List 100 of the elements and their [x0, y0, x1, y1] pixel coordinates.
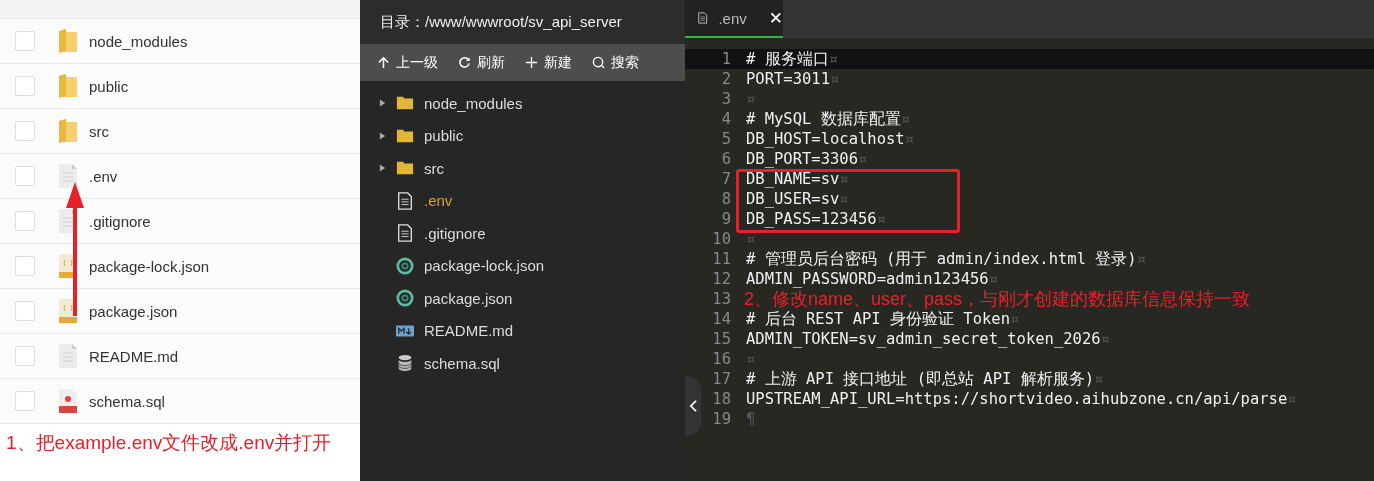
- tree-item[interactable]: node_modules: [424, 94, 523, 112]
- up-arrow-icon: [377, 56, 390, 69]
- code-line: ADMIN_PASSWORD=admin123456: [746, 270, 989, 288]
- line-number: 17: [711, 370, 732, 388]
- line-end-mark: ¶: [746, 410, 756, 428]
- code-line: DB_HOST=localhost: [746, 130, 905, 148]
- line-number: 18: [711, 390, 732, 408]
- file-name[interactable]: node_modules: [89, 32, 188, 50]
- plus-icon: [525, 56, 538, 69]
- document-icon: [58, 163, 78, 189]
- code-line: # MySQL 数据库配置: [746, 108, 901, 130]
- expand-arrow-icon[interactable]: [379, 163, 386, 174]
- database-icon: [396, 354, 414, 373]
- code-line: DB_PORT=3306: [746, 150, 858, 168]
- line-end-mark: ¤: [1136, 250, 1146, 268]
- checkbox[interactable]: [15, 256, 35, 276]
- line-end-mark: ¤: [1287, 390, 1297, 408]
- line-end-mark: ¤: [1010, 310, 1020, 328]
- file-name[interactable]: package.json: [89, 302, 178, 320]
- line-number: 8: [720, 190, 732, 208]
- code-line: ADMIN_TOKEN=sv_admin_secret_token_2026: [746, 330, 1101, 348]
- line-end-mark: ¤: [858, 150, 868, 168]
- code-line: # 上游 API 接口地址 (即总站 API 解析服务): [746, 368, 1094, 390]
- line-number: 2: [720, 70, 732, 88]
- tree-item[interactable]: .gitignore: [424, 224, 486, 242]
- line-number: 5: [720, 130, 732, 148]
- line-number: 1: [720, 50, 732, 68]
- folder-icon: [58, 73, 78, 99]
- line-number: 7: [720, 170, 732, 188]
- expand-arrow-icon[interactable]: [379, 130, 386, 141]
- document-icon: [396, 191, 414, 210]
- line-number: 4: [720, 110, 732, 128]
- expand-arrow-icon[interactable]: [379, 98, 386, 109]
- swirl-icon: [396, 289, 414, 308]
- line-end-mark: ¤: [1094, 370, 1104, 388]
- tree-item[interactable]: README.md: [424, 322, 514, 340]
- line-end-mark: ¤: [830, 70, 840, 88]
- folder-icon: [58, 118, 78, 144]
- line-number: 10: [711, 230, 732, 248]
- line-number: 14: [711, 310, 732, 328]
- annotation-text: 2、修改name、user、pass，与刚才创建的数据库信息保持一致: [744, 289, 1251, 309]
- code-line: DB_PASS=123456: [746, 210, 877, 228]
- toolbar-button[interactable]: 新建: [518, 53, 579, 72]
- line-number: 9: [720, 210, 732, 228]
- file-name[interactable]: src: [89, 122, 109, 140]
- document-icon: [58, 343, 78, 369]
- file-name[interactable]: .env: [89, 167, 118, 185]
- document-icon: [396, 224, 414, 243]
- file-name[interactable]: public: [89, 77, 129, 95]
- checkbox[interactable]: [15, 166, 35, 186]
- code-line: DB_NAME=sv: [746, 170, 840, 188]
- checkbox[interactable]: [15, 391, 35, 411]
- checkbox[interactable]: [15, 211, 35, 231]
- tree-item[interactable]: package-lock.json: [424, 257, 545, 275]
- line-number: 6: [720, 150, 732, 168]
- tree-item[interactable]: .env: [424, 192, 453, 210]
- search-icon: [592, 56, 605, 69]
- code-line: PORT=3011: [746, 70, 830, 88]
- line-end-mark: ¤: [876, 210, 886, 228]
- folder-icon: [58, 28, 78, 54]
- line-number: 3: [720, 90, 732, 108]
- checkbox[interactable]: [15, 301, 35, 321]
- toolbar-button[interactable]: 刷新: [451, 53, 512, 72]
- line-number: 15: [711, 330, 732, 348]
- tree-item[interactable]: package.json: [424, 289, 513, 307]
- tree-item[interactable]: src: [424, 159, 444, 177]
- file-name[interactable]: package-lock.json: [89, 257, 210, 275]
- collapse-handle[interactable]: [685, 376, 701, 436]
- file-name[interactable]: .gitignore: [89, 212, 151, 230]
- close-button[interactable]: ✕: [768, 7, 783, 29]
- line-number: 16: [711, 350, 732, 368]
- code-line: DB_USER=sv: [746, 190, 840, 208]
- checkbox[interactable]: [15, 76, 35, 96]
- file-name[interactable]: schema.sql: [89, 392, 165, 410]
- tree-item[interactable]: schema.sql: [424, 354, 500, 372]
- code-line: UPSTREAM_API_URL=https://shortvideo.aihubzone.cn/api/parse: [746, 390, 1288, 408]
- toolbar-button[interactable]: 上一级: [370, 53, 445, 72]
- directory-path: 目录：/www/wwwroot/sv_api_server: [380, 12, 622, 32]
- line-number: 11: [711, 250, 732, 268]
- chevron-left-icon: [688, 399, 698, 413]
- annotation-text: 1、把example.env文件改成.env并打开: [6, 430, 332, 456]
- toolbar-button[interactable]: 搜索: [585, 53, 646, 72]
- line-end-mark: ¤: [839, 190, 849, 208]
- editor-tab[interactable]: .env ✕: [685, 0, 783, 38]
- line-number: 12: [711, 270, 732, 288]
- document-icon: [697, 10, 709, 26]
- line-end-mark: ¤: [904, 130, 914, 148]
- file-name[interactable]: README.md: [89, 347, 179, 365]
- line-end-mark: ¤: [828, 50, 838, 68]
- code-line: # 服务端口: [746, 48, 829, 70]
- line-end-mark: ¤: [839, 170, 849, 188]
- line-number: 13: [711, 290, 732, 308]
- checkbox[interactable]: [15, 121, 35, 141]
- checkbox[interactable]: [15, 31, 35, 51]
- checkbox[interactable]: [15, 346, 35, 366]
- line-end-mark: ¤: [746, 350, 756, 368]
- line-end-mark: ¤: [746, 230, 756, 248]
- tree-item[interactable]: public: [424, 127, 464, 145]
- line-end-mark: ¤: [988, 270, 998, 288]
- line-end-mark: ¤: [1100, 330, 1110, 348]
